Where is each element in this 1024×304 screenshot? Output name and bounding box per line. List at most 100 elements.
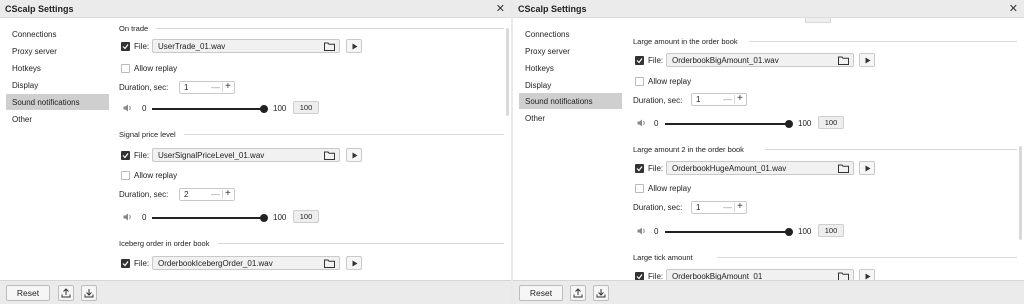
file-name: OrderbookHugeAmount_01.wav [672,164,787,173]
increment-button[interactable]: + [225,188,231,199]
folder-icon[interactable] [324,42,335,53]
sidebar: Connections Proxy server Hotkeys Display… [0,18,114,280]
section-divider [765,149,1017,150]
sidebar-item-display[interactable]: Display [6,77,109,93]
file-field[interactable]: OrderbookHugeAmount_01.wav [666,161,854,175]
allow-replay-checkbox[interactable] [635,77,644,86]
file-checkbox[interactable] [635,56,644,65]
folder-icon[interactable] [324,151,335,162]
file-label: File: [134,42,150,51]
folder-icon[interactable] [838,272,849,280]
increment-button[interactable]: + [225,81,231,92]
sidebar-item-display[interactable]: Display [519,77,622,93]
volume-value[interactable]: 100 [293,210,319,223]
sidebar-item-connections[interactable]: Connections [6,26,109,42]
volume-slider-track[interactable] [152,108,264,110]
allow-replay-checkbox[interactable] [121,64,130,73]
download-icon [84,289,94,298]
volume-slider-track[interactable] [665,123,789,125]
scrollbar[interactable] [1019,146,1022,240]
volume-min-label: 0 [142,104,147,113]
file-checkbox[interactable] [635,164,644,173]
file-field[interactable]: OrderbookBigAmount_01 [666,269,854,280]
allow-replay-label: Allow replay [134,64,178,73]
sidebar-item-proxy-server[interactable]: Proxy server [6,43,109,59]
file-checkbox[interactable] [635,272,644,280]
allow-replay-checkbox[interactable] [635,184,644,193]
file-name: UserSignalPriceLevel_01.wav [158,151,265,160]
volume-slider-thumb[interactable] [260,214,268,222]
sidebar-item-hotkeys[interactable]: Hotkeys [6,60,109,76]
increment-button[interactable]: + [737,93,743,104]
decrement-button[interactable]: — [723,202,732,212]
duration-stepper[interactable]: 1 — + [691,93,747,106]
file-field[interactable]: OrderbookIcebergOrder_01.wav [152,256,340,270]
file-label: File: [648,164,664,173]
play-button[interactable] [859,53,875,67]
sidebar-item-sound-notifications[interactable]: Sound notifications [6,94,109,110]
duration-stepper[interactable]: 1 — + [691,201,747,214]
folder-icon[interactable] [838,164,849,175]
increment-button[interactable]: + [737,201,743,212]
duration-value: 1 [696,95,701,104]
file-name: UserTrade_01.wav [158,42,226,51]
section-divider [717,257,1017,258]
window-title: CScalp Settings [518,4,587,14]
stepper-divider [734,203,735,212]
stepper-divider [734,95,735,104]
section-divider [184,134,504,135]
volume-value[interactable]: 100 [818,224,844,237]
sidebar-item-hotkeys[interactable]: Hotkeys [519,60,622,76]
file-field[interactable]: UserSignalPriceLevel_01.wav [152,148,340,162]
volume-value[interactable]: 100 [818,116,844,129]
check-icon [636,58,643,64]
sidebar-item-connections[interactable]: Connections [519,26,622,42]
reset-button[interactable]: Reset [6,285,50,301]
play-button[interactable] [346,256,362,270]
file-checkbox[interactable] [121,42,130,51]
check-icon [636,166,643,172]
close-icon[interactable]: ✕ [496,2,505,15]
allow-replay-checkbox[interactable] [121,171,130,180]
decrement-button[interactable]: — [211,189,220,199]
volume-value[interactable]: 100 [293,101,319,114]
sidebar-item-proxy-server[interactable]: Proxy server [519,43,622,59]
file-name: OrderbookIcebergOrder_01.wav [158,259,273,268]
play-button[interactable] [859,161,875,175]
reset-button[interactable]: Reset [519,285,563,301]
export-button[interactable] [58,285,74,301]
volume-slider-track[interactable] [152,217,264,219]
file-checkbox[interactable] [121,259,130,268]
close-icon[interactable]: ✕ [1009,2,1018,15]
decrement-button[interactable]: — [211,82,220,92]
decrement-button[interactable]: — [723,94,732,104]
import-button[interactable] [81,285,97,301]
volume-slider-thumb[interactable] [785,120,793,128]
export-button[interactable] [570,285,586,301]
volume-slider-track[interactable] [665,231,789,233]
sidebar: Connections Proxy server Hotkeys Display… [513,18,627,280]
sidebar-item-other[interactable]: Other [519,110,622,126]
file-field[interactable]: OrderbookBigAmount_01.wav [666,53,854,67]
file-checkbox[interactable] [121,151,130,160]
duration-stepper[interactable]: 1 — + [179,81,235,94]
duration-label: Duration, sec: [119,83,169,92]
folder-icon[interactable] [838,56,849,67]
import-button[interactable] [593,285,609,301]
play-button[interactable] [346,148,362,162]
volume-slider-thumb[interactable] [785,228,793,236]
sidebar-item-other[interactable]: Other [6,111,109,127]
duration-label: Duration, sec: [633,203,683,212]
scrollbar[interactable] [506,28,509,116]
duration-value: 2 [184,190,189,199]
duration-stepper[interactable]: 2 — + [179,188,235,201]
play-button[interactable] [346,39,362,53]
sidebar-item-sound-notifications[interactable]: Sound notifications [519,93,622,109]
play-button[interactable] [859,269,875,280]
upload-icon [61,288,71,298]
volume-slider-thumb[interactable] [260,105,268,113]
file-field[interactable]: UserTrade_01.wav [152,39,340,53]
stepper-divider [222,83,223,92]
folder-icon[interactable] [324,259,335,270]
file-label: File: [648,56,664,65]
